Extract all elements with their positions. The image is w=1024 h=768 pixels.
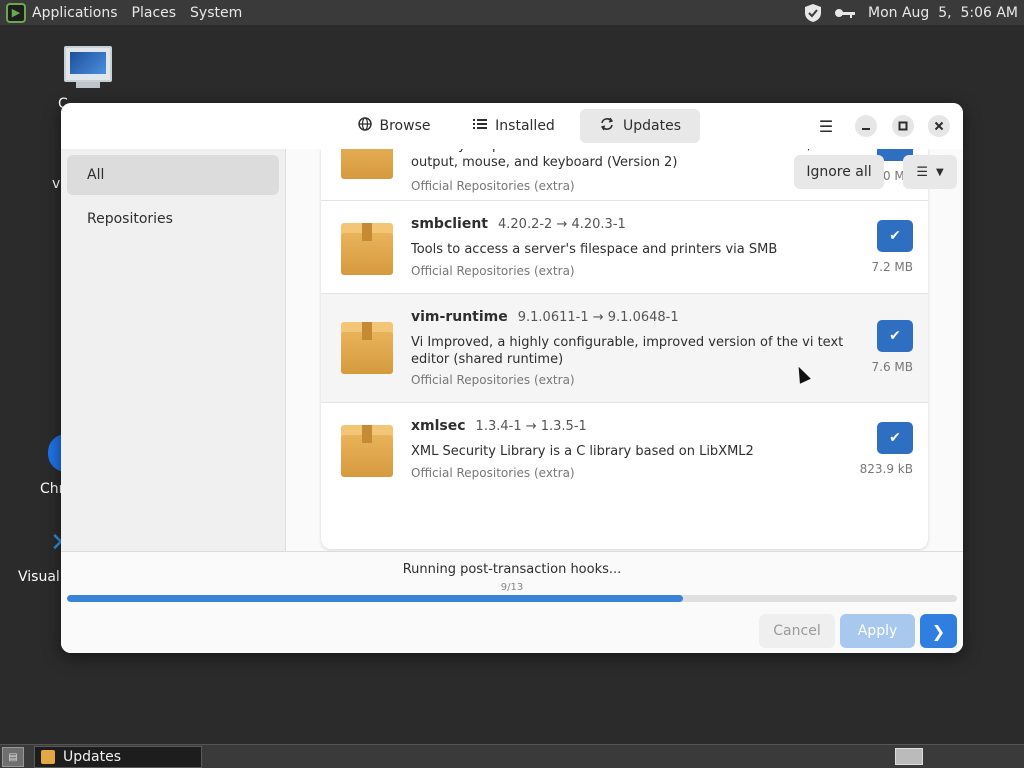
applications-menu[interactable]: Applications	[32, 5, 118, 21]
package-repo: Official Repositories (extra)	[411, 466, 575, 480]
package-select-checkbox[interactable]: ✔	[877, 320, 913, 352]
status-text: Running post-transaction hooks...	[402, 562, 622, 577]
updates-content: A library for portable low-level access …	[287, 149, 963, 551]
cancel-button[interactable]: Cancel	[759, 614, 835, 648]
package-icon	[41, 750, 55, 764]
status-count: 9/13	[500, 582, 524, 593]
updates-list: A library for portable low-level access …	[321, 149, 928, 549]
progress-fill	[67, 595, 683, 602]
software-window: Browse Installed Updates ☰ All Repositor…	[61, 103, 963, 653]
tab-browse[interactable]: Browse	[340, 109, 448, 143]
sidebar-item-repositories[interactable]: Repositories	[67, 199, 279, 239]
package-name: xmlsec 1.3.4-1 → 1.3.5-1	[411, 418, 587, 434]
package-size: 7.6 MB	[871, 360, 913, 374]
list-item[interactable]: vim-runtime 9.1.0611-1 → 9.1.0648-1 Vi Im…	[321, 293, 928, 402]
package-repo: Official Repositories (extra)	[411, 373, 575, 387]
tab-updates[interactable]: Updates	[580, 109, 700, 143]
package-icon	[339, 219, 395, 275]
sidebar-item-all[interactable]: All	[67, 155, 279, 195]
header-bar: Browse Installed Updates ☰	[61, 103, 963, 149]
apply-button[interactable]: Apply	[840, 614, 915, 648]
applications-logo-icon[interactable]: ▶	[6, 2, 26, 23]
package-icon	[339, 149, 395, 179]
clock[interactable]: Mon Aug 5, 5:06 AM	[868, 5, 1018, 21]
list-item[interactable]: smbclient 4.20.2-2 → 4.20.3-1 Tools to ac…	[321, 200, 928, 293]
view-options-button[interactable]: ☰ ▼	[903, 155, 957, 189]
package-select-checkbox[interactable]: ✔	[877, 220, 913, 252]
package-description: XML Security Library is a C library base…	[411, 444, 754, 459]
package-repo: Official Repositories (extra)	[411, 179, 575, 193]
workspace-switcher[interactable]	[895, 748, 923, 765]
tab-installed[interactable]: Installed	[460, 109, 568, 143]
package-repo: Official Repositories (extra)	[411, 264, 575, 278]
list-view-icon: ☰	[916, 164, 928, 180]
package-size: 823.9 kB	[859, 462, 913, 476]
list-item[interactable]: xmlsec 1.3.4-1 → 1.3.5-1 XML Security Lib…	[321, 402, 928, 495]
monitor-icon	[64, 46, 112, 82]
tab-updates-label: Updates	[623, 118, 681, 134]
package-version: 1.3.4-1 → 1.3.5-1	[475, 419, 587, 434]
ignore-all-button[interactable]: Ignore all	[794, 155, 884, 189]
maximize-icon[interactable]	[892, 115, 914, 137]
hamburger-menu-icon[interactable]: ☰	[815, 115, 837, 137]
taskbar-updates-label: Updates	[63, 749, 121, 765]
chevron-right-icon: ❯	[931, 621, 946, 641]
progress-bar	[67, 595, 957, 602]
package-size: 7.2 MB	[871, 260, 913, 274]
package-description: Vi Improved, a highly configurable, impr…	[411, 335, 844, 367]
places-menu[interactable]: Places	[132, 5, 177, 21]
package-name: vim-runtime 9.1.0611-1 → 9.1.0648-1	[411, 309, 679, 325]
minimize-icon[interactable]	[855, 115, 877, 137]
globe-icon	[357, 117, 372, 135]
close-icon[interactable]	[928, 115, 950, 137]
package-description: Tools to access a server's filespace and…	[411, 242, 778, 257]
top-panel: ▶ Applications Places System Mon Aug 5, …	[0, 0, 1024, 25]
system-menu[interactable]: System	[190, 5, 242, 21]
sidebar: All Repositories	[61, 149, 286, 551]
package-icon	[339, 421, 395, 477]
package-select-checkbox[interactable]: ✔	[877, 422, 913, 454]
package-name: smbclient 4.20.2-2 → 4.20.3-1	[411, 216, 626, 232]
desktop-computer-icon[interactable]	[62, 46, 114, 88]
package-version: 4.20.2-2 → 4.20.3-1	[498, 217, 626, 232]
shield-icon[interactable]	[804, 3, 822, 23]
status-area: Running post-transaction hooks... 9/13 C…	[61, 551, 963, 653]
package-icon	[339, 318, 395, 374]
key-icon[interactable]	[834, 7, 856, 19]
bottom-panel: ▤ Updates	[0, 744, 1024, 768]
refresh-icon	[599, 117, 615, 135]
chevron-down-icon: ▼	[935, 166, 944, 178]
taskbar-updates-button[interactable]: Updates	[34, 746, 202, 768]
tab-browse-label: Browse	[379, 118, 431, 134]
show-desktop-icon[interactable]: ▤	[2, 747, 24, 767]
tab-installed-label: Installed	[495, 118, 555, 134]
package-version: 9.1.0611-1 → 9.1.0648-1	[517, 310, 679, 325]
next-button[interactable]: ❯	[920, 614, 957, 648]
list-icon	[473, 118, 488, 134]
